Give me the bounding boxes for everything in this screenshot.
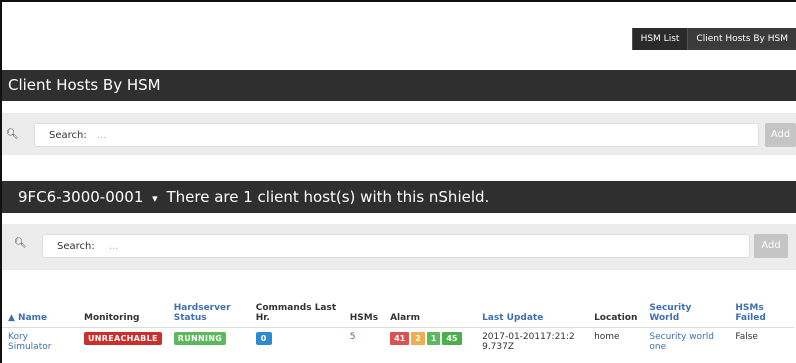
table-row: Kory Simulator UNREACHABLE RUNNING 0 5 4…	[2, 327, 794, 356]
monitoring-badge: UNREACHABLE	[84, 331, 162, 345]
search-input-top[interactable]: Search: ...	[34, 123, 759, 147]
col-name[interactable]: ▲ Name	[2, 283, 78, 328]
search-placeholder: ...	[109, 241, 119, 252]
hsm-header: 9FC6-3000-0001 ▾ There are 1 client host…	[2, 181, 796, 213]
top-nav: HSM List Client Hosts By HSM	[631, 28, 796, 50]
search-input-inner[interactable]: Search: ...	[42, 234, 750, 258]
nav-client-hosts[interactable]: Client Hosts By HSM	[687, 28, 796, 50]
col-alarm[interactable]: Alarm	[384, 283, 477, 328]
commands-badge: 0	[255, 331, 272, 345]
hsms-failed-value: False	[735, 331, 758, 342]
page-title: Client Hosts By HSM	[2, 70, 796, 101]
client-hosts-table: ▲ Name Monitoring Hardserver Status Comm…	[2, 283, 794, 356]
add-button-inner[interactable]: Add	[754, 234, 788, 258]
col-hsms-failed[interactable]: HSMs Failed	[729, 283, 794, 328]
search-bar-top: 🔍︎ Search: ... Add	[2, 113, 796, 155]
hsm-serial-dropdown[interactable]: 9FC6-3000-0001	[18, 188, 143, 206]
search-bar-inner: 🔍︎ Search: ... Add	[2, 224, 796, 270]
col-security-world[interactable]: Security World	[643, 283, 730, 328]
last-update-value: 2017-01-20117:21:29.737Z	[482, 331, 575, 352]
hsms-count-link[interactable]: 5	[344, 327, 384, 356]
alarm-info-count: 1	[426, 331, 441, 345]
alarm-ok-count: 45	[442, 331, 462, 345]
alarm-badges: 41 2 1 45	[390, 331, 462, 345]
search-icon: 🔍︎	[6, 129, 19, 140]
security-world-link[interactable]: Security world one	[643, 327, 729, 356]
search-placeholder: ...	[97, 130, 107, 141]
col-hardserver[interactable]: Hardserver Status	[167, 283, 250, 328]
col-last-update[interactable]: Last Update	[476, 283, 589, 328]
search-label: Search:	[57, 241, 95, 252]
nav-hsm-list[interactable]: HSM List	[631, 28, 688, 50]
host-name-link[interactable]: Kory Simulator	[2, 327, 78, 356]
location-value: home	[594, 331, 620, 342]
alarm-warning-count: 2	[411, 331, 425, 345]
col-monitoring[interactable]: Monitoring	[78, 283, 168, 328]
add-button-top[interactable]: Add	[765, 123, 796, 147]
alarm-critical-count: 41	[390, 331, 410, 345]
col-commands[interactable]: Commands Last Hr.	[249, 283, 344, 328]
col-location[interactable]: Location	[588, 283, 644, 328]
search-icon: 🔍︎	[14, 238, 27, 249]
table-header-row: ▲ Name Monitoring Hardserver Status Comm…	[2, 283, 794, 328]
col-hsms[interactable]: HSMs	[343, 283, 385, 328]
hardserver-badge: RUNNING	[173, 331, 227, 345]
search-label: Search:	[49, 130, 87, 141]
hsm-message: There are 1 client host(s) with this nSh…	[166, 188, 490, 206]
chevron-down-icon[interactable]: ▾	[152, 192, 158, 205]
